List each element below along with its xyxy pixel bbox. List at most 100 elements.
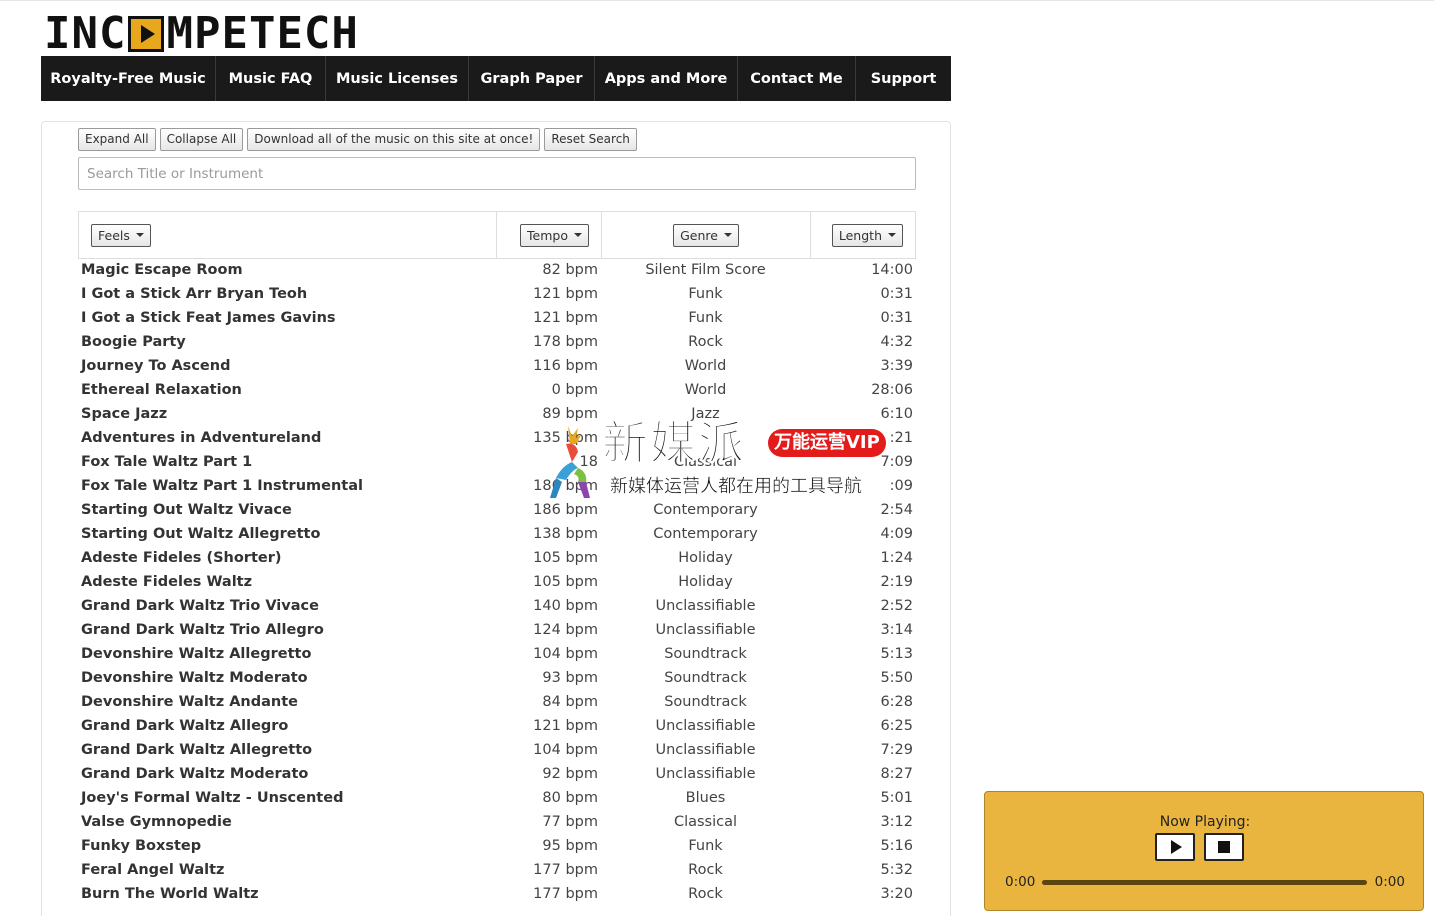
table-row[interactable]: Feral Angel Waltz 177 bpm Rock 5:32 [78, 858, 916, 882]
feels-header: Feels [79, 212, 497, 258]
track-genre: Silent Film Score [645, 262, 766, 278]
caret-down-icon [888, 233, 896, 237]
nav-royalty-free-music[interactable]: Royalty-Free Music [41, 56, 216, 101]
table-row[interactable]: I Got a Stick Feat James Gavins 121 bpm Fu… [78, 306, 916, 330]
track-tempo: 92 bpm [542, 766, 598, 782]
track-length: 14:00 [871, 262, 913, 278]
caret-down-icon [135, 233, 144, 237]
audio-player: Now Playing: 0:00 0:00 [984, 791, 1424, 911]
download-all-button[interactable]: Download all of the music on this site a… [247, 128, 541, 151]
track-genre: Soundtrack [664, 670, 747, 686]
track-genre: Jazz [691, 406, 720, 422]
track-length: 0:31 [880, 286, 913, 302]
track-genre: Classical [673, 814, 738, 830]
search-input[interactable] [78, 157, 916, 190]
table-row[interactable]: Ethereal Relaxation 0 bpm World 28:06 [78, 378, 916, 402]
track-tempo: 177 bpm [533, 886, 598, 902]
track-title: Space Jazz [81, 406, 168, 422]
table-row[interactable]: Grand Dark Waltz Allegretto 104 bpm Unclas… [78, 738, 916, 762]
track-title: Adeste Fideles Waltz [81, 574, 253, 590]
table-row[interactable]: Valse Gymnopedie 77 bpm Classical 3:12 [78, 810, 916, 834]
track-length: 4:09 [880, 526, 913, 542]
table-row[interactable]: Fox Tale Waltz Part 1 18 Classical 7:09 [78, 450, 916, 474]
stop-button[interactable] [1204, 833, 1244, 861]
play-button[interactable] [1155, 833, 1195, 861]
table-row[interactable]: Journey To Ascend 116 bpm World 3:39 [78, 354, 916, 378]
track-title: Adeste Fideles (Shorter) [81, 550, 282, 566]
track-length: 6:28 [880, 694, 913, 710]
track-tempo: 82 bpm [542, 262, 598, 278]
table-row[interactable]: I Got a Stick Arr Bryan Teoh 121 bpm Funk 0… [78, 282, 916, 306]
track-title: Grand Dark Waltz Allegretto [81, 742, 313, 758]
track-length: 6:10 [880, 406, 913, 422]
music-panel: Expand All Collapse All Download all of … [41, 121, 951, 916]
track-title: Burn The World Waltz [81, 886, 259, 902]
table-row[interactable]: Space Jazz 89 bpm Jazz 6:10 [78, 402, 916, 426]
nav-graph-paper[interactable]: Graph Paper [469, 56, 595, 101]
track-tempo: 186 bpm [533, 502, 598, 518]
track-genre: Soundtrack [664, 694, 747, 710]
track-tempo: 104 bpm [533, 742, 598, 758]
track-title: Fox Tale Waltz Part 1 Instrumental [81, 478, 363, 494]
caret-down-icon [574, 233, 582, 237]
nav-music-licenses[interactable]: Music Licenses [326, 56, 469, 101]
table-row[interactable]: Adeste Fideles (Shorter) 105 bpm Holiday 1:… [78, 546, 916, 570]
track-genre: Holiday [678, 574, 733, 590]
table-row[interactable]: Adeste Fideles Waltz 105 bpm Holiday 2:19 [78, 570, 916, 594]
track-length: 8:27 [880, 766, 913, 782]
table-row[interactable]: Joey's Formal Waltz - Unscented 80 bpm Blu… [78, 786, 916, 810]
track-title: Valse Gymnopedie [81, 814, 232, 830]
table-row[interactable]: Starting Out Waltz Allegretto 138 bpm Cont… [78, 522, 916, 546]
track-length: 1:24 [880, 550, 913, 566]
track-genre: World [684, 358, 727, 374]
logo-text-end: MPETECH [166, 8, 359, 59]
track-title: Funky Boxstep [81, 838, 202, 854]
nav-support[interactable]: Support [856, 56, 951, 101]
track-length: 2:19 [880, 574, 913, 590]
table-row[interactable]: Grand Dark Waltz Trio Allegro 124 bpm Uncl… [78, 618, 916, 642]
table-row[interactable]: Fox Tale Waltz Part 1 Instrumental 186 bp… [78, 474, 916, 498]
main-nav: Royalty-Free Music Music FAQ Music Licen… [41, 56, 951, 101]
track-length: 7:29 [880, 742, 913, 758]
genre-dropdown[interactable]: Genre [673, 223, 739, 247]
track-title: Journey To Ascend [81, 358, 231, 374]
table-row[interactable]: Adventures in Adventureland 135 bpm:21 [78, 426, 916, 450]
feels-dropdown[interactable]: Feels [91, 223, 151, 247]
table-row[interactable]: Devonshire Waltz Andante 84 bpm Soundtrack… [78, 690, 916, 714]
genre-dropdown-label: Genre [680, 227, 718, 243]
table-row[interactable]: Burn The World Waltz 177 bpm Rock 3:20 [78, 882, 916, 906]
table-row[interactable]: Grand Dark Waltz Trio Vivace 140 bpm Uncla… [78, 594, 916, 618]
track-tempo: 140 bpm [533, 598, 598, 614]
seek-bar[interactable] [1042, 880, 1367, 885]
table-row[interactable]: Devonshire Waltz Allegretto 104 bpm Soundt… [78, 642, 916, 666]
reset-search-button[interactable]: Reset Search [544, 128, 637, 151]
track-list: Magic Escape Room 82 bpm Silent Film Score… [78, 258, 916, 906]
track-tempo: 135 bpm [533, 430, 598, 446]
player-controls [1155, 833, 1244, 861]
nav-apps-and-more[interactable]: Apps and More [595, 56, 738, 101]
table-row[interactable]: Devonshire Waltz Moderato 93 bpm Soundtrac… [78, 666, 916, 690]
table-row[interactable]: Grand Dark Waltz Moderato 92 bpm Unclassif… [78, 762, 916, 786]
now-playing-label: Now Playing: [1159, 814, 1251, 830]
length-dropdown[interactable]: Length [831, 223, 903, 247]
table-row[interactable]: Funky Boxstep 95 bpm Funk 5:16 [78, 834, 916, 858]
tempo-dropdown[interactable]: Tempo [520, 223, 589, 247]
table-row[interactable]: Boogie Party 178 bpm Rock 4:32 [78, 330, 916, 354]
site-logo[interactable]: INC MPETECH [44, 12, 359, 56]
table-row[interactable]: Grand Dark Waltz Allegro 121 bpm Unclassif… [78, 714, 916, 738]
table-row[interactable]: Magic Escape Room 82 bpm Silent Film Score… [78, 258, 916, 282]
track-length: 2:54 [880, 502, 913, 518]
track-length: 3:12 [880, 814, 913, 830]
table-row[interactable]: Starting Out Waltz Vivace 186 bpm Contempo… [78, 498, 916, 522]
track-genre: Funk [688, 286, 723, 302]
genre-header: Genre [602, 212, 811, 258]
track-title: Boogie Party [81, 334, 186, 350]
nav-contact-me[interactable]: Contact Me [738, 56, 856, 101]
expand-all-button[interactable]: Expand All [78, 128, 156, 151]
track-length: 5:13 [880, 646, 913, 662]
tempo-header: Tempo [497, 212, 602, 258]
collapse-all-button[interactable]: Collapse All [159, 128, 244, 151]
track-title: Grand Dark Waltz Moderato [81, 766, 309, 782]
nav-music-faq[interactable]: Music FAQ [216, 56, 326, 101]
track-tempo: 178 bpm [533, 334, 598, 350]
